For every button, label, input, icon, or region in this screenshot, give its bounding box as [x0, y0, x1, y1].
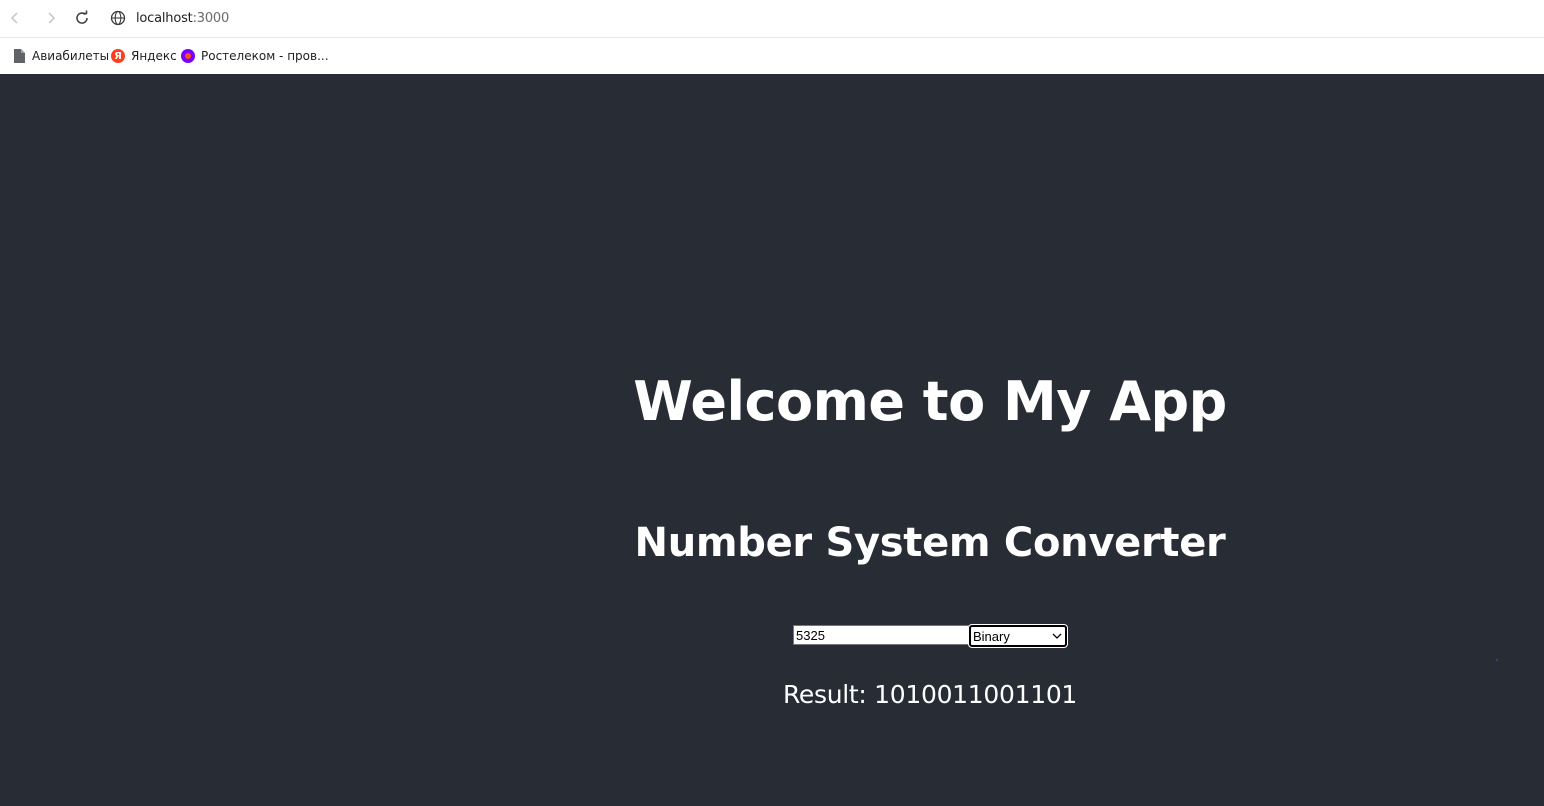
- app-container: Welcome to My App Number System Converte…: [0, 74, 1544, 806]
- reload-button[interactable]: [70, 6, 94, 30]
- browser-toolbar: localhost:3000: [0, 0, 1544, 36]
- result-value: 1010011001101: [874, 680, 1078, 709]
- forward-arrow-icon: [48, 12, 56, 24]
- reload-icon: [76, 10, 88, 24]
- back-arrow-icon: [10, 12, 18, 24]
- chevron-down-icon: [1052, 633, 1062, 639]
- base-select[interactable]: Binary: [969, 625, 1067, 647]
- url-text: localhost:3000: [136, 11, 229, 26]
- stray-pixel: [1496, 659, 1498, 661]
- bookmark-label: Яндекс: [131, 49, 177, 63]
- converter-heading: Number System Converter: [634, 520, 1226, 566]
- yandex-icon: Я: [111, 49, 125, 63]
- page-viewport: Welcome to My App Number System Converte…: [0, 74, 1544, 806]
- globe-icon: [110, 10, 126, 26]
- base-select-value: Binary: [973, 628, 1010, 644]
- number-input[interactable]: [793, 625, 969, 645]
- url-port: :3000: [192, 10, 230, 26]
- file-icon: [12, 49, 26, 63]
- bookmark-label: Ростелеком - пров...: [201, 49, 329, 63]
- back-button[interactable]: [3, 6, 27, 30]
- bookmark-aviabilety[interactable]: Авиабилеты: [12, 47, 109, 65]
- forward-button[interactable]: [39, 6, 63, 30]
- bookmark-rostelecom[interactable]: Ростелеком - пров...: [181, 47, 329, 65]
- result-text: Result: 1010011001101: [680, 680, 1180, 709]
- bookmark-yandex[interactable]: Я Яндекс: [111, 47, 177, 65]
- page-title: Welcome to My App: [633, 370, 1227, 433]
- bookmarks-bar: Авиабилеты Я Яндекс Ростелеком - пров...: [0, 37, 1544, 72]
- address-bar[interactable]: localhost:3000: [110, 6, 229, 30]
- url-host: localhost: [136, 10, 193, 26]
- result-label: Result:: [782, 680, 875, 709]
- rostelecom-icon: [181, 49, 195, 63]
- bookmark-label: Авиабилеты: [32, 49, 110, 63]
